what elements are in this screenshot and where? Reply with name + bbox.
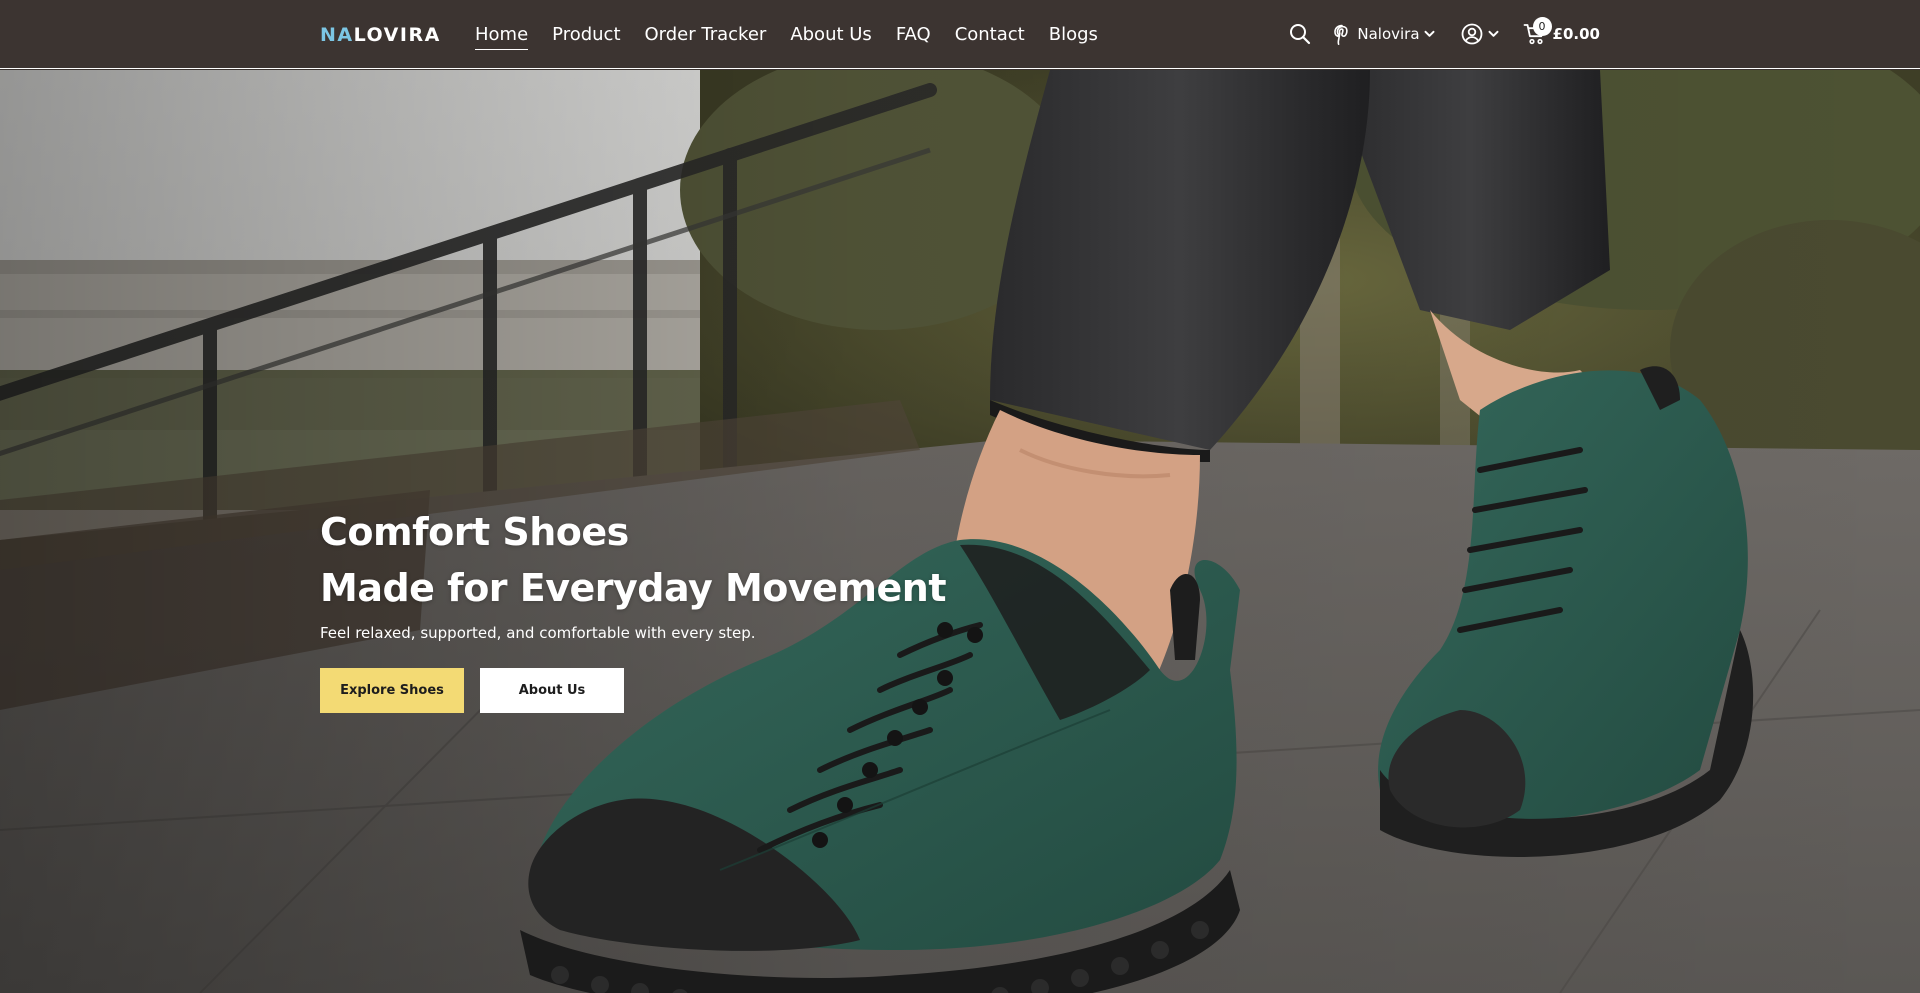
pinterest-label: Nalovira bbox=[1357, 25, 1420, 43]
cart-count-badge: 0 bbox=[1532, 17, 1552, 36]
account-menu[interactable] bbox=[1461, 23, 1499, 45]
cart-total: £0.00 bbox=[1552, 25, 1600, 43]
nav-faq[interactable]: FAQ bbox=[896, 23, 931, 50]
nav-blogs[interactable]: Blogs bbox=[1049, 23, 1098, 50]
nav-contact[interactable]: Contact bbox=[955, 23, 1025, 50]
cart-button[interactable]: 0 £0.00 bbox=[1523, 17, 1600, 46]
about-us-button[interactable]: About Us bbox=[480, 668, 624, 713]
search-icon[interactable] bbox=[1289, 23, 1311, 45]
logo-text: LOVIRA bbox=[353, 24, 441, 46]
account-icon bbox=[1461, 23, 1483, 45]
nav-product[interactable]: Product bbox=[552, 23, 620, 50]
nav-order-tracker[interactable]: Order Tracker bbox=[645, 23, 767, 50]
hero-banner: Comfort Shoes Made for Everyday Movement… bbox=[0, 70, 1920, 993]
logo-accent: NA bbox=[320, 24, 354, 46]
hero-content: Comfort Shoes Made for Everyday Movement… bbox=[320, 504, 947, 713]
hero-headline-line-1: Comfort Shoes bbox=[320, 510, 629, 554]
hero-subline: Feel relaxed, supported, and comfortable… bbox=[320, 624, 756, 642]
header-tools: Nalovira 0 £0.00 bbox=[1289, 14, 1600, 54]
nav-home[interactable]: Home bbox=[475, 23, 529, 50]
chevron-down-icon bbox=[1488, 30, 1499, 38]
hero-buttons: Explore Shoes About Us bbox=[320, 668, 946, 713]
pinterest-link[interactable]: Nalovira bbox=[1333, 24, 1435, 45]
site-header: NALOVIRA Home Product Order Tracker Abou… bbox=[0, 0, 1920, 69]
explore-shoes-button[interactable]: Explore Shoes bbox=[320, 668, 464, 713]
nav-about-us[interactable]: About Us bbox=[790, 23, 872, 50]
chevron-down-icon bbox=[1424, 30, 1435, 38]
hero-headline-line-2: Made for Everyday Movement bbox=[320, 566, 947, 610]
hero-image bbox=[0, 70, 1920, 993]
pinterest-icon bbox=[1333, 24, 1351, 45]
site-logo[interactable]: NALOVIRA bbox=[320, 24, 441, 46]
main-nav: Home Product Order Tracker About Us FAQ … bbox=[475, 23, 1098, 50]
hero-headline: Comfort Shoes Made for Everyday Movement bbox=[320, 504, 947, 616]
